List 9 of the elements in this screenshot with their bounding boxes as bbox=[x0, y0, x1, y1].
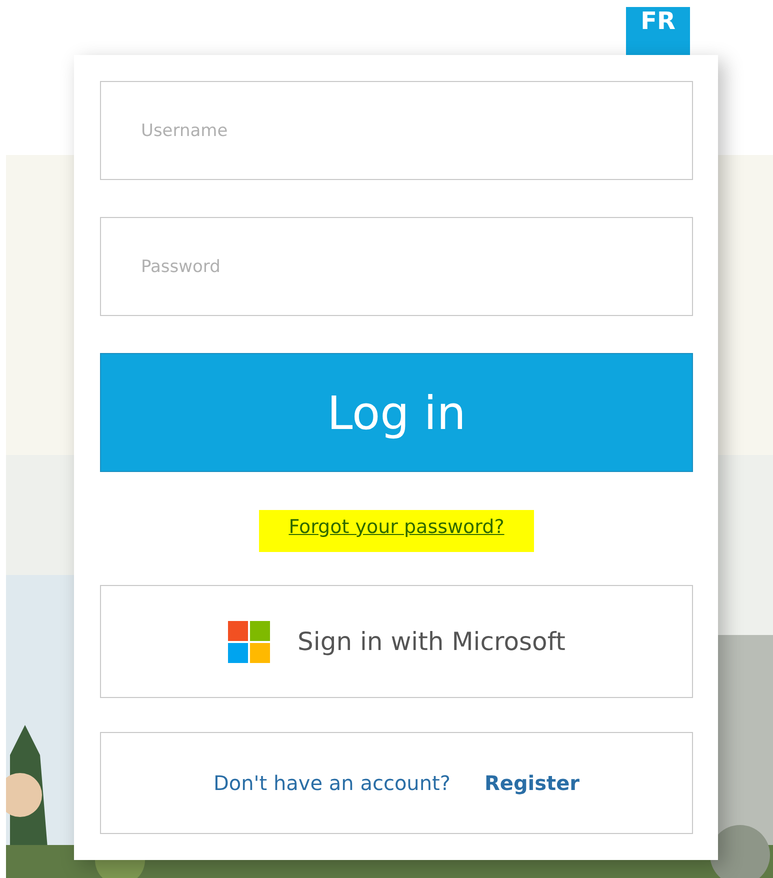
forgot-password-link[interactable]: Forgot your password? bbox=[258, 510, 534, 552]
register-link[interactable]: Register bbox=[484, 771, 580, 795]
password-field[interactable]: Password bbox=[100, 217, 693, 316]
register-prompt: Don't have an account? bbox=[213, 771, 450, 795]
language-button[interactable]: FR bbox=[626, 7, 690, 55]
four-squares-icon bbox=[228, 620, 270, 662]
login-button[interactable]: Log in bbox=[100, 353, 693, 472]
microsoft-sign-in-button[interactable]: Sign in with Microsoft bbox=[100, 585, 693, 698]
username-field[interactable]: Username bbox=[100, 81, 693, 180]
